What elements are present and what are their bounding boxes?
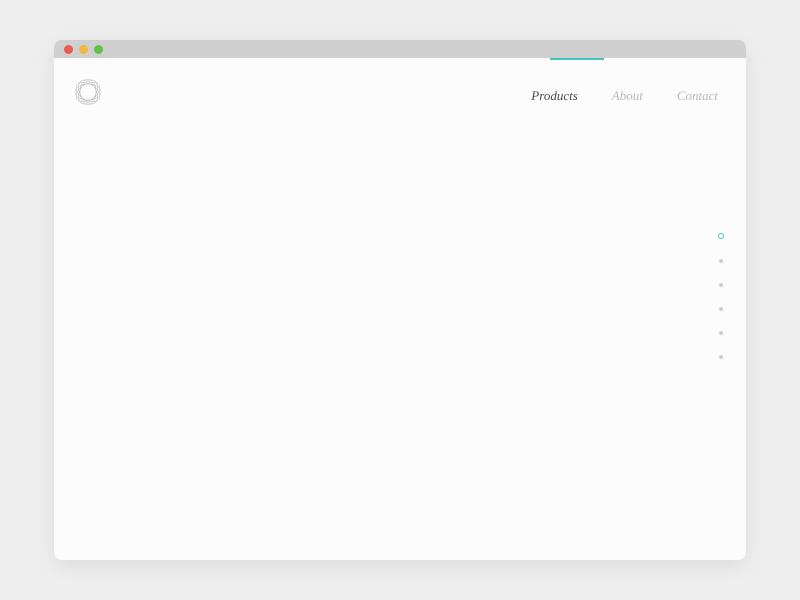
page-dot-1[interactable] [718,233,724,239]
nav-active-indicator [550,58,604,60]
page-dot-5[interactable] [719,331,723,335]
logo[interactable] [72,76,104,108]
page-dot-2[interactable] [719,259,723,263]
close-window-button[interactable] [64,45,73,54]
nav-item-products[interactable]: Products [531,88,577,104]
main-nav: Products About Contact [531,80,718,104]
page-dot-3[interactable] [719,283,723,287]
page-dot-4[interactable] [719,307,723,311]
browser-window: Products About Contact [54,40,746,560]
page-indicator [718,233,724,359]
maximize-window-button[interactable] [94,45,103,54]
header: Products About Contact [54,58,746,108]
minimize-window-button[interactable] [79,45,88,54]
nav-item-contact[interactable]: Contact [677,88,718,104]
page-content: Products About Contact [54,58,746,560]
page-dot-6[interactable] [719,355,723,359]
nav-item-about[interactable]: About [612,88,643,104]
title-bar [54,40,746,58]
spirograph-icon [72,76,104,108]
